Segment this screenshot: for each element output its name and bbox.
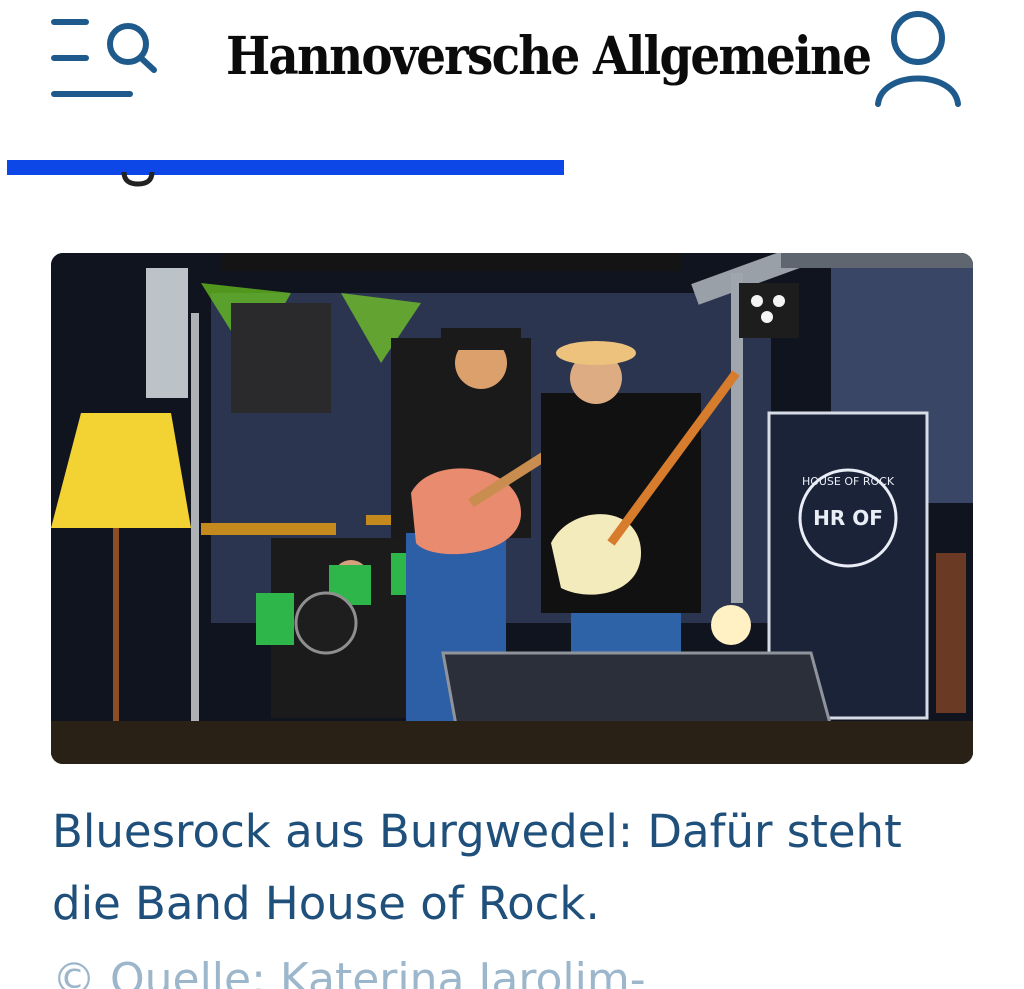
image-source-text: © Quelle: Katerina Jarolim-: [52, 954, 646, 989]
article-headline[interactable]: Bluesrock aus Burgwedel: Dafür steht die…: [52, 796, 972, 940]
image-source-line: © Quelle: Katerina Jarolim-: [52, 950, 972, 989]
user-icon: [875, 11, 961, 107]
account-button[interactable]: [870, 6, 966, 110]
banner-logo-text: HR OF: [813, 506, 883, 530]
site-header: Hannoversche Allgemeine: [0, 0, 1024, 130]
clipped-heading-fragment: [110, 172, 170, 188]
banner-label-text: HOUSE OF ROCK: [802, 475, 895, 488]
reading-progress-bar: [7, 160, 564, 175]
site-logo[interactable]: Hannoversche Allgemeine: [226, 14, 872, 100]
concert-photo: HR OF HOUSE OF ROCK: [51, 253, 973, 764]
menu-search-icon: [51, 19, 157, 97]
article-image[interactable]: HR OF HOUSE OF ROCK: [51, 253, 973, 764]
menu-search-button[interactable]: [48, 14, 164, 104]
